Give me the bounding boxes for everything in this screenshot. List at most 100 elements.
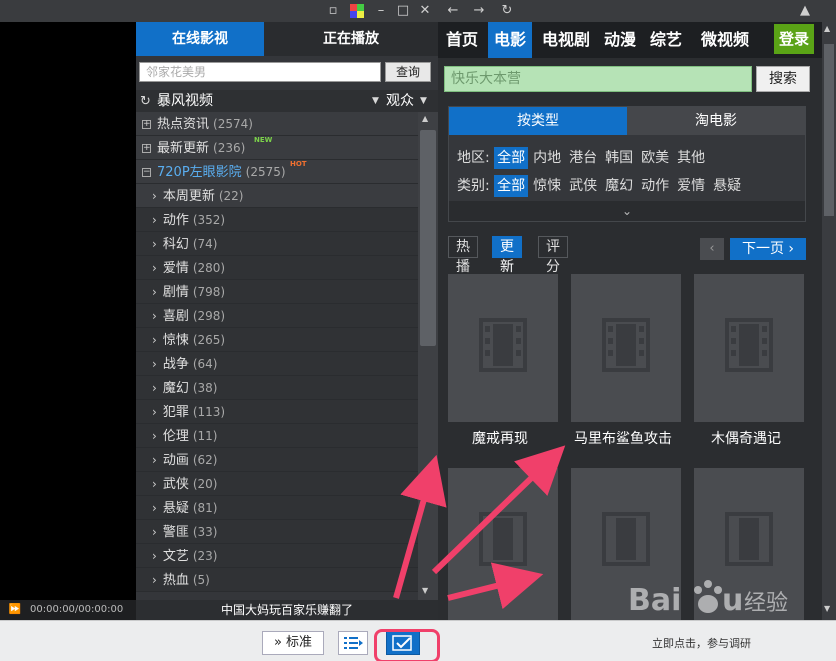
playlist-item[interactable]: › 犯罪 (113) xyxy=(136,400,418,424)
playlist-item[interactable]: › 惊悚 (265) xyxy=(136,328,418,352)
playlist-group[interactable]: + 热点资讯 (2574) xyxy=(136,112,418,136)
region-option[interactable]: 全部 xyxy=(494,147,529,169)
movie-poster[interactable] xyxy=(448,274,558,422)
browser-search-button[interactable]: 搜索 xyxy=(756,66,810,92)
standard-button[interactable]: » 标准 xyxy=(262,631,324,655)
sort-hot[interactable]: 热播 xyxy=(448,236,478,275)
category-option[interactable]: 武侠 xyxy=(566,175,600,197)
tab-tao-movie[interactable]: 淘电影 xyxy=(627,107,805,135)
scroll-down-icon[interactable]: ▼ xyxy=(824,604,830,613)
playlist-item[interactable]: › 魔幻 (38) xyxy=(136,376,418,400)
time-display: 00:00:00/00:00:00 xyxy=(30,604,124,615)
refresh-icon[interactable]: ↻ xyxy=(140,94,151,109)
minimize-icon[interactable]: – xyxy=(372,2,390,20)
playlist-search-button[interactable]: 查询 xyxy=(385,62,431,82)
region-option[interactable]: 欧美 xyxy=(638,147,672,169)
playlist-panel: 在线影视 正在播放 邻家花美男 查询 ↻ 暴风视频 ▼ 观众 ▼ ▲ ▼ + 热点… xyxy=(136,22,438,600)
category-option[interactable]: 全部 xyxy=(494,175,529,197)
playlist-item[interactable]: › 喜剧 (298) xyxy=(136,304,418,328)
skin-icon[interactable] xyxy=(348,2,366,20)
audience-label[interactable]: 观众 xyxy=(386,90,414,112)
scroll-down-icon[interactable]: ▼ xyxy=(422,586,428,595)
source-dropdown-icon[interactable]: ▼ xyxy=(372,90,379,112)
playlist-item[interactable]: › 本周更新 (22) xyxy=(136,184,418,208)
region-option[interactable]: 港台 xyxy=(566,147,600,169)
playlist-group[interactable]: −720P左眼影院 (2575) HOT xyxy=(136,160,418,184)
chevron-right-icon: › xyxy=(152,285,157,299)
tab-by-type[interactable]: 按类型 xyxy=(449,107,627,135)
item-label: 魔幻 xyxy=(162,381,189,396)
playlist-item[interactable]: › 伦理 (11) xyxy=(136,424,418,448)
chat-icon[interactable]: ▫ xyxy=(324,2,342,20)
back-arrow-icon[interactable]: ← xyxy=(444,2,462,20)
item-label: 战争 xyxy=(162,357,189,372)
movie-poster[interactable] xyxy=(694,274,804,422)
fast-forward-icon[interactable]: ⏩ xyxy=(0,600,30,620)
movie-title[interactable]: 魔戒再现 xyxy=(442,428,558,448)
nav-tv[interactable]: 电视剧 xyxy=(538,22,594,58)
category-option[interactable]: 爱情 xyxy=(674,175,708,197)
playlist-group[interactable]: + 最新更新 (236) NEW xyxy=(136,136,418,160)
playlist-item[interactable]: › 动画 (62) xyxy=(136,448,418,472)
collapse-icon[interactable]: − xyxy=(142,168,151,177)
playlist-item[interactable]: › 文艺 (23) xyxy=(136,544,418,568)
video-area[interactable] xyxy=(0,22,136,600)
movie-title[interactable]: 马里布鲨鱼攻击 xyxy=(565,428,681,448)
sort-updated[interactable]: 更新 xyxy=(492,236,522,275)
nav-variety[interactable]: 综艺 xyxy=(646,22,686,58)
playlist-view-button[interactable] xyxy=(338,631,368,655)
movie-poster[interactable] xyxy=(571,274,681,422)
playlist-item[interactable]: › 科幻 (74) xyxy=(136,232,418,256)
playlist-search-input[interactable]: 邻家花美男 xyxy=(139,62,381,82)
ticker-text[interactable]: 中国大妈玩百家乐赚翻了 xyxy=(136,600,438,620)
item-label: 科幻 xyxy=(162,237,189,252)
login-button[interactable]: 登录 xyxy=(774,24,814,54)
playlist-item[interactable]: › 悬疑 (81) xyxy=(136,496,418,520)
playlist-item[interactable]: › 武侠 (20) xyxy=(136,472,418,496)
film-icon xyxy=(602,512,650,566)
item-count: (23) xyxy=(192,549,218,563)
tab-now-playing[interactable]: 正在播放 xyxy=(264,22,438,56)
category-option[interactable]: 魔幻 xyxy=(602,175,636,197)
playlist-scroll-thumb[interactable] xyxy=(420,130,436,346)
playlist-item[interactable]: › 热血 (5) xyxy=(136,568,418,592)
forward-arrow-icon[interactable]: → xyxy=(470,2,488,20)
browser-search-input[interactable]: 快乐大本营 xyxy=(444,66,752,92)
refresh-icon[interactable]: ↻ xyxy=(498,2,516,20)
scroll-up-icon[interactable]: ▲ xyxy=(824,24,830,33)
sort-rating[interactable]: 评分 xyxy=(538,236,568,275)
nav-movie[interactable]: 电影 xyxy=(488,22,532,58)
playlist-item[interactable]: › 剧情 (798) xyxy=(136,280,418,304)
prev-page-button[interactable]: ‹ xyxy=(700,238,724,260)
playlist-item[interactable]: › 动作 (352) xyxy=(136,208,418,232)
maximize-icon[interactable]: □ xyxy=(394,2,412,20)
close-icon[interactable]: ✕ xyxy=(416,2,434,20)
region-option[interactable]: 韩国 xyxy=(602,147,636,169)
region-option[interactable]: 其他 xyxy=(674,147,708,169)
tab-online-video[interactable]: 在线影视 xyxy=(136,22,264,56)
browser-scroll-thumb[interactable] xyxy=(824,44,834,216)
audience-dropdown-icon[interactable]: ▼ xyxy=(420,90,427,112)
scroll-up-icon[interactable]: ▲ xyxy=(422,114,428,123)
playlist-item[interactable]: › 爱情 (280) xyxy=(136,256,418,280)
survey-hint[interactable]: 立即点击，参与调研 xyxy=(652,635,751,651)
filter-box: 按类型 淘电影 地区: 全部 内地 港台 韩国 欧美 其他 类别: 全部 惊悚 武侠 魔幻 动作爱… xyxy=(448,106,806,222)
collapse-up-icon[interactable]: ▲ xyxy=(796,2,814,20)
playlist-item[interactable]: › 战争 (64) xyxy=(136,352,418,376)
expand-icon[interactable]: + xyxy=(142,144,151,153)
nav-micro-video[interactable]: 微视频 xyxy=(694,22,756,58)
expand-filter-icon[interactable]: ⌄ xyxy=(449,201,805,221)
film-icon xyxy=(479,318,527,372)
nav-anime[interactable]: 动漫 xyxy=(600,22,640,58)
category-option[interactable]: 悬疑 xyxy=(710,175,744,197)
category-option[interactable]: 惊悚 xyxy=(530,175,564,197)
nav-home[interactable]: 首页 xyxy=(440,22,484,58)
playlist-item[interactable]: › 警匪 (33) xyxy=(136,520,418,544)
movie-title[interactable]: 木偶奇遇记 xyxy=(688,428,804,448)
category-option[interactable]: 动作 xyxy=(638,175,672,197)
expand-icon[interactable]: + xyxy=(142,120,151,129)
source-row[interactable]: ↻ 暴风视频 ▼ 观众 ▼ xyxy=(136,90,438,112)
movie-poster[interactable] xyxy=(448,468,558,620)
region-option[interactable]: 内地 xyxy=(530,147,564,169)
next-page-button[interactable]: 下一页 › xyxy=(730,238,806,260)
